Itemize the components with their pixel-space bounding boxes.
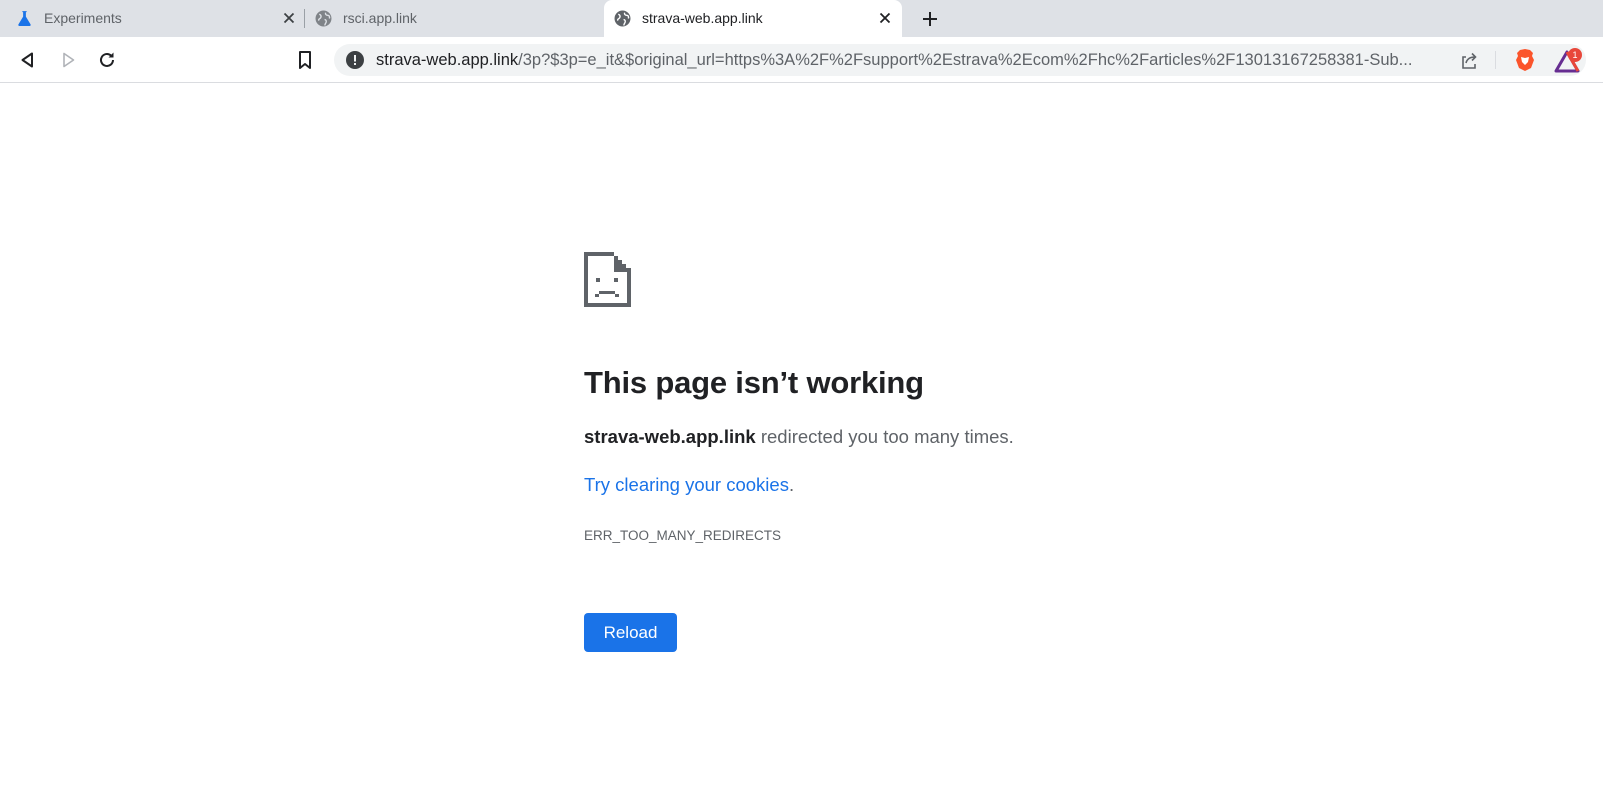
globe-icon — [614, 10, 631, 27]
tab-strava[interactable]: strava-web.app.link — [604, 0, 902, 37]
close-icon[interactable] — [280, 9, 298, 27]
toolbar: strava-web.app.link/3p?$3p=e_it&$origina… — [0, 37, 1603, 83]
reload-button[interactable]: Reload — [584, 613, 677, 652]
error-hint: Try clearing your cookies. — [584, 474, 794, 496]
address-bar[interactable]: strava-web.app.link/3p?$3p=e_it&$origina… — [334, 44, 1586, 76]
clear-cookies-link[interactable]: Try clearing your cookies — [584, 474, 789, 495]
hint-suffix: . — [788, 474, 795, 495]
url-path: /3p?$3p=e_it&$original_url=https%3A%2F%2… — [518, 51, 1413, 69]
error-code: ERR_TOO_MANY_REDIRECTS — [584, 528, 782, 543]
tab-strip: Experiments rsci.app.link strava-web.app… — [0, 0, 1603, 37]
url-host: strava-web.app.link — [376, 51, 519, 69]
back-icon[interactable] — [15, 47, 41, 73]
url-text[interactable]: strava-web.app.link/3p?$3p=e_it&$origina… — [376, 51, 1444, 70]
flask-icon — [18, 11, 31, 26]
omnibox-separator — [1495, 51, 1496, 69]
tab-title: rsci.app.link — [343, 10, 417, 26]
forward-icon[interactable] — [55, 47, 81, 73]
site-info-icon[interactable] — [346, 51, 364, 69]
reload-icon[interactable] — [94, 47, 120, 73]
error-site: strava-web.app.link — [584, 426, 756, 447]
new-tab-icon[interactable] — [918, 7, 942, 31]
bookmark-icon[interactable] — [292, 47, 318, 73]
brave-shields-icon[interactable] — [1514, 48, 1536, 72]
brave-rewards-button[interactable]: 1 — [1554, 48, 1582, 74]
tab-rsci[interactable]: rsci.app.link — [304, 0, 602, 37]
sad-page-icon — [584, 252, 631, 307]
globe-icon — [315, 10, 332, 27]
page-title: This page isn’t working — [584, 365, 924, 400]
rewards-badge: 1 — [1568, 48, 1582, 62]
tab-title: Experiments — [44, 10, 122, 26]
tab-title: strava-web.app.link — [642, 10, 763, 26]
error-message: redirected you too many times. — [755, 426, 1014, 447]
close-icon[interactable] — [876, 9, 894, 27]
error-description: strava-web.app.link redirected you too m… — [584, 426, 1014, 448]
share-icon[interactable] — [1458, 49, 1480, 71]
tab-experiments[interactable]: Experiments — [0, 0, 304, 37]
